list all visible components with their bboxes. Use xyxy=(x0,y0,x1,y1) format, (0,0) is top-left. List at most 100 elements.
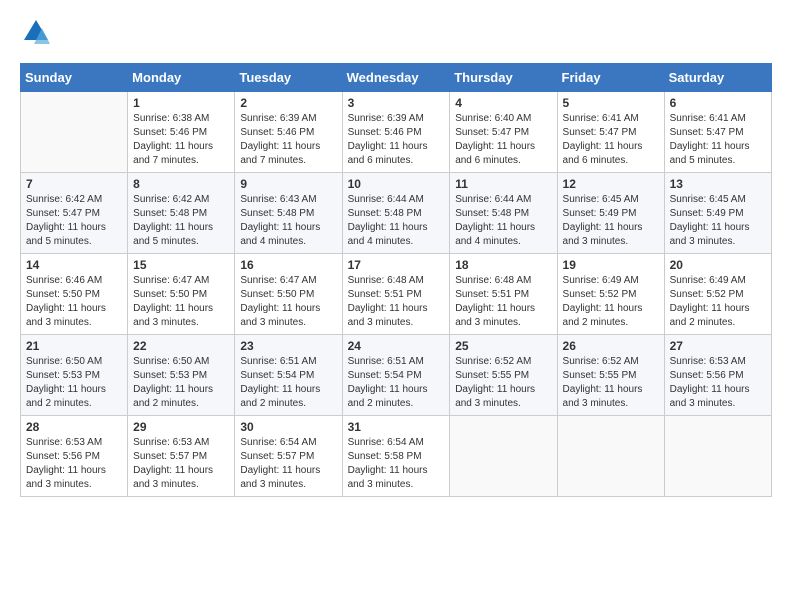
day-number: 7 xyxy=(26,177,122,191)
day-info: Sunrise: 6:53 AM Sunset: 5:56 PM Dayligh… xyxy=(26,436,122,492)
day-info: Sunrise: 6:42 AM Sunset: 5:47 PM Dayligh… xyxy=(26,193,122,249)
day-info: Sunrise: 6:54 AM Sunset: 5:57 PM Dayligh… xyxy=(240,436,336,492)
logo-icon xyxy=(22,18,50,46)
day-number: 29 xyxy=(133,420,229,434)
calendar-cell: 5Sunrise: 6:41 AM Sunset: 5:47 PM Daylig… xyxy=(557,92,664,173)
day-number: 16 xyxy=(240,258,336,272)
day-info: Sunrise: 6:41 AM Sunset: 5:47 PM Dayligh… xyxy=(670,112,766,168)
day-info: Sunrise: 6:44 AM Sunset: 5:48 PM Dayligh… xyxy=(455,193,551,249)
day-header-monday: Monday xyxy=(128,64,235,92)
day-number: 4 xyxy=(455,96,551,110)
day-info: Sunrise: 6:47 AM Sunset: 5:50 PM Dayligh… xyxy=(133,274,229,330)
day-header-tuesday: Tuesday xyxy=(235,64,342,92)
day-info: Sunrise: 6:39 AM Sunset: 5:46 PM Dayligh… xyxy=(348,112,445,168)
day-info: Sunrise: 6:53 AM Sunset: 5:57 PM Dayligh… xyxy=(133,436,229,492)
calendar-cell: 19 Sunrise: 6:49 AM Sunset: 5:52 PM Dayli… xyxy=(557,254,664,335)
calendar-cell: 15 Sunrise: 6:47 AM Sunset: 5:50 PM Dayli… xyxy=(128,254,235,335)
calendar-cell: 9 Sunrise: 6:43 AM Sunset: 5:48 PM Daylig… xyxy=(235,173,342,254)
day-number: 10 xyxy=(348,177,445,191)
day-number: 13 xyxy=(670,177,766,191)
day-info: Sunrise: 6:42 AM Sunset: 5:48 PM Dayligh… xyxy=(133,193,229,249)
calendar-cell: 30 Sunrise: 6:54 AM Sunset: 5:57 PM Dayli… xyxy=(235,416,342,497)
day-number: 31 xyxy=(348,420,445,434)
calendar-cell: 29 Sunrise: 6:53 AM Sunset: 5:57 PM Dayli… xyxy=(128,416,235,497)
day-number: 18 xyxy=(455,258,551,272)
calendar-cell: 22Sunrise: 6:50 AM Sunset: 5:53 PM Dayli… xyxy=(128,335,235,416)
day-number: 20 xyxy=(670,258,766,272)
week-row-5: 28 Sunrise: 6:53 AM Sunset: 5:56 PM Dayli… xyxy=(21,416,772,497)
day-number: 30 xyxy=(240,420,336,434)
day-info: Sunrise: 6:48 AM Sunset: 5:51 PM Dayligh… xyxy=(348,274,445,330)
day-number: 25 xyxy=(455,339,551,353)
day-number: 3 xyxy=(348,96,445,110)
day-info: Sunrise: 6:39 AM Sunset: 5:46 PM Dayligh… xyxy=(240,112,336,168)
logo xyxy=(20,18,50,51)
day-info: Sunrise: 6:38 AM Sunset: 5:46 PM Dayligh… xyxy=(133,112,229,168)
day-header-wednesday: Wednesday xyxy=(342,64,450,92)
calendar-cell: 6 Sunrise: 6:41 AM Sunset: 5:47 PM Daylig… xyxy=(664,92,771,173)
day-header-thursday: Thursday xyxy=(450,64,557,92)
calendar-cell: 17 Sunrise: 6:48 AM Sunset: 5:51 PM Dayli… xyxy=(342,254,450,335)
calendar-cell: 4Sunrise: 6:40 AM Sunset: 5:47 PM Daylig… xyxy=(450,92,557,173)
calendar-header-row: SundayMondayTuesdayWednesdayThursdayFrid… xyxy=(21,64,772,92)
day-number: 1 xyxy=(133,96,229,110)
day-number: 6 xyxy=(670,96,766,110)
day-number: 27 xyxy=(670,339,766,353)
day-info: Sunrise: 6:53 AM Sunset: 5:56 PM Dayligh… xyxy=(670,355,766,411)
calendar-page: SundayMondayTuesdayWednesdayThursdayFrid… xyxy=(0,0,792,612)
day-info: Sunrise: 6:45 AM Sunset: 5:49 PM Dayligh… xyxy=(670,193,766,249)
day-number: 19 xyxy=(563,258,659,272)
calendar-cell: 24Sunrise: 6:51 AM Sunset: 5:54 PM Dayli… xyxy=(342,335,450,416)
calendar-cell xyxy=(450,416,557,497)
calendar-cell: 7 Sunrise: 6:42 AM Sunset: 5:47 PM Daylig… xyxy=(21,173,128,254)
day-number: 24 xyxy=(348,339,445,353)
day-info: Sunrise: 6:49 AM Sunset: 5:52 PM Dayligh… xyxy=(563,274,659,330)
day-number: 26 xyxy=(563,339,659,353)
day-info: Sunrise: 6:47 AM Sunset: 5:50 PM Dayligh… xyxy=(240,274,336,330)
day-number: 5 xyxy=(563,96,659,110)
day-number: 21 xyxy=(26,339,122,353)
week-row-3: 14 Sunrise: 6:46 AM Sunset: 5:50 PM Dayli… xyxy=(21,254,772,335)
day-info: Sunrise: 6:52 AM Sunset: 5:55 PM Dayligh… xyxy=(563,355,659,411)
day-info: Sunrise: 6:51 AM Sunset: 5:54 PM Dayligh… xyxy=(240,355,336,411)
calendar-cell: 12Sunrise: 6:45 AM Sunset: 5:49 PM Dayli… xyxy=(557,173,664,254)
calendar-cell: 23 Sunrise: 6:51 AM Sunset: 5:54 PM Dayli… xyxy=(235,335,342,416)
day-number: 2 xyxy=(240,96,336,110)
week-row-4: 21 Sunrise: 6:50 AM Sunset: 5:53 PM Dayli… xyxy=(21,335,772,416)
calendar-cell: 1 Sunrise: 6:38 AM Sunset: 5:46 PM Daylig… xyxy=(128,92,235,173)
day-info: Sunrise: 6:43 AM Sunset: 5:48 PM Dayligh… xyxy=(240,193,336,249)
day-number: 22 xyxy=(133,339,229,353)
day-number: 8 xyxy=(133,177,229,191)
calendar-cell: 11Sunrise: 6:44 AM Sunset: 5:48 PM Dayli… xyxy=(450,173,557,254)
calendar-cell: 20Sunrise: 6:49 AM Sunset: 5:52 PM Dayli… xyxy=(664,254,771,335)
day-info: Sunrise: 6:46 AM Sunset: 5:50 PM Dayligh… xyxy=(26,274,122,330)
day-number: 17 xyxy=(348,258,445,272)
day-info: Sunrise: 6:52 AM Sunset: 5:55 PM Dayligh… xyxy=(455,355,551,411)
calendar-cell: 16 Sunrise: 6:47 AM Sunset: 5:50 PM Dayli… xyxy=(235,254,342,335)
header xyxy=(20,18,772,51)
calendar-table: SundayMondayTuesdayWednesdayThursdayFrid… xyxy=(20,63,772,497)
day-number: 23 xyxy=(240,339,336,353)
calendar-cell: 3 Sunrise: 6:39 AM Sunset: 5:46 PM Daylig… xyxy=(342,92,450,173)
calendar-cell: 31 Sunrise: 6:54 AM Sunset: 5:58 PM Dayli… xyxy=(342,416,450,497)
day-info: Sunrise: 6:50 AM Sunset: 5:53 PM Dayligh… xyxy=(26,355,122,411)
day-number: 9 xyxy=(240,177,336,191)
calendar-cell xyxy=(557,416,664,497)
calendar-cell: 2 Sunrise: 6:39 AM Sunset: 5:46 PM Daylig… xyxy=(235,92,342,173)
calendar-cell xyxy=(664,416,771,497)
calendar-cell: 25 Sunrise: 6:52 AM Sunset: 5:55 PM Dayli… xyxy=(450,335,557,416)
calendar-cell: 28 Sunrise: 6:53 AM Sunset: 5:56 PM Dayli… xyxy=(21,416,128,497)
day-header-sunday: Sunday xyxy=(21,64,128,92)
day-number: 28 xyxy=(26,420,122,434)
day-number: 15 xyxy=(133,258,229,272)
calendar-cell: 26 Sunrise: 6:52 AM Sunset: 5:55 PM Dayli… xyxy=(557,335,664,416)
day-info: Sunrise: 6:54 AM Sunset: 5:58 PM Dayligh… xyxy=(348,436,445,492)
calendar-cell: 18 Sunrise: 6:48 AM Sunset: 5:51 PM Dayli… xyxy=(450,254,557,335)
calendar-cell: 27 Sunrise: 6:53 AM Sunset: 5:56 PM Dayli… xyxy=(664,335,771,416)
week-row-2: 7 Sunrise: 6:42 AM Sunset: 5:47 PM Daylig… xyxy=(21,173,772,254)
calendar-cell: 10 Sunrise: 6:44 AM Sunset: 5:48 PM Dayli… xyxy=(342,173,450,254)
day-info: Sunrise: 6:48 AM Sunset: 5:51 PM Dayligh… xyxy=(455,274,551,330)
day-info: Sunrise: 6:44 AM Sunset: 5:48 PM Dayligh… xyxy=(348,193,445,249)
day-number: 14 xyxy=(26,258,122,272)
calendar-cell: 13 Sunrise: 6:45 AM Sunset: 5:49 PM Dayli… xyxy=(664,173,771,254)
